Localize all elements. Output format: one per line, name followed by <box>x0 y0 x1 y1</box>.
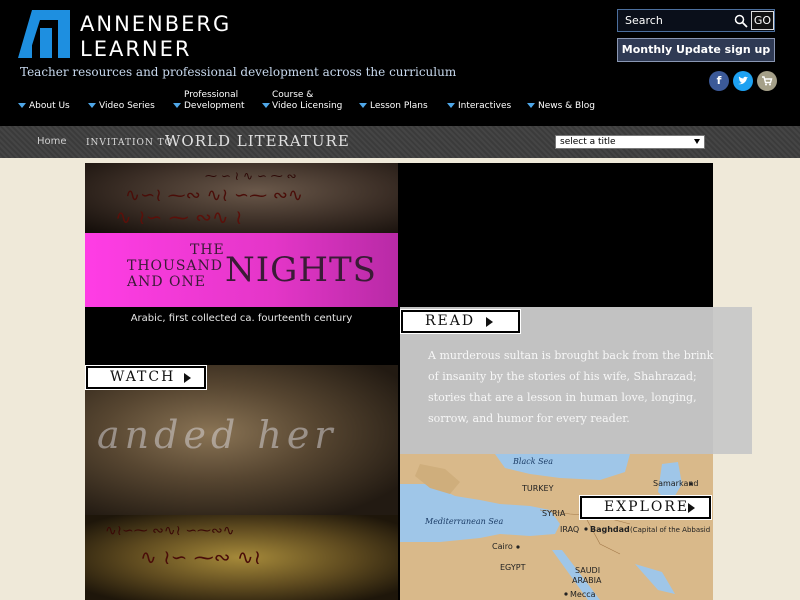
explore-map[interactable]: Black Sea Mediterranean Sea TURKEY SYRIA… <box>400 454 713 600</box>
read-button-label: READ <box>425 313 476 329</box>
search-box: GO <box>617 9 775 32</box>
calligraphy-decoration: ⁓ ∽ ≀ ∿ ∽ ⁓ ∾ <box>205 169 297 183</box>
work-caption: Arabic, first collected ca. fourteenth c… <box>130 313 353 324</box>
work-description: A murderous sultan is brought back from … <box>428 349 714 425</box>
map-label-saudi: SAUDI <box>575 566 601 575</box>
calligraphy-decoration: ∿∽≀ ⁓∾ ∿≀ ∽⁓ ∾∿ <box>125 185 303 206</box>
brand-name-line1[interactable]: ANNENBERG <box>80 12 231 36</box>
chevron-down-icon <box>447 103 455 108</box>
nav-video-series[interactable]: Video Series <box>99 101 155 112</box>
explore-button[interactable]: EXPLORE <box>579 495 712 520</box>
go-button[interactable]: GO <box>751 11 774 30</box>
nav-news-blog[interactable]: News & Blog <box>538 101 595 112</box>
series-title-prefix[interactable]: INVITATION TO <box>86 138 173 148</box>
calligraphy-decoration: ∿ ≀∽ ⁓∾ ∿≀ <box>140 545 262 569</box>
nav-about-us[interactable]: About Us <box>29 101 70 112</box>
chevron-down-icon <box>262 103 270 108</box>
chevron-down-icon <box>527 103 535 108</box>
manuscript-image: ⁓ ∽ ≀ ∿ ∽ ⁓ ∾ ∿∽≀ ⁓∾ ∿≀ ∽⁓ ∾∿ ∿ ≀∽ ⁓ ∾∿ … <box>85 163 398 233</box>
work-title-thousand: THOUSAND <box>127 258 223 274</box>
nav-lesson-plans[interactable]: Lesson Plans <box>370 101 428 112</box>
chevron-down-icon <box>18 103 26 108</box>
explore-button-label: EXPLORE <box>604 499 690 515</box>
work-title-and-one: AND ONE <box>127 274 206 290</box>
map-label-baghdad: Baghdad <box>590 525 630 534</box>
main-nav: About Us Video Series Professional Devel… <box>0 86 610 126</box>
work-title-the: THE <box>190 242 225 258</box>
cart-icon[interactable] <box>757 71 777 91</box>
chevron-down-icon <box>359 103 367 108</box>
map-label-mecca: Mecca <box>570 590 596 599</box>
video-overlay-text: anded her <box>97 413 338 457</box>
manuscript-image-bottom: ∿≀∽⁓ ∾∿≀ ∽⁓∾∿ ∿ ≀∽ ⁓∾ ∿≀ <box>85 515 398 600</box>
read-button[interactable]: READ <box>400 309 521 334</box>
home-link[interactable]: Home <box>37 136 67 147</box>
facebook-icon[interactable]: f <box>709 71 729 91</box>
brand-name-line2[interactable]: LEARNER <box>80 37 192 61</box>
chevron-down-icon <box>694 139 700 144</box>
map-label-iraq: IRAQ <box>560 525 580 534</box>
nav-course-video-licensing[interactable]: Course & Video Licensing <box>272 90 342 112</box>
play-arrow-icon <box>486 317 493 327</box>
watch-button[interactable]: WATCH <box>85 365 207 390</box>
chevron-down-icon <box>88 103 96 108</box>
dark-panel <box>398 163 713 307</box>
site-header: ANNENBERG LEARNER Teacher resources and … <box>0 0 800 126</box>
twitter-icon[interactable] <box>733 71 753 91</box>
watch-button-label: WATCH <box>110 369 176 385</box>
search-icon[interactable] <box>734 14 748 28</box>
search-input[interactable] <box>618 10 733 31</box>
nav-label-line1: Professional <box>184 90 239 100</box>
chevron-down-icon <box>173 103 181 108</box>
select-value: select a title <box>560 137 616 147</box>
map-label-egypt: EGYPT <box>500 563 526 572</box>
play-arrow-icon <box>688 503 695 513</box>
series-title[interactable]: WORLD LITERATURE <box>165 132 350 150</box>
monthly-update-signup-button[interactable]: Monthly Update sign up <box>617 38 775 62</box>
nav-interactives[interactable]: Interactives <box>458 101 511 112</box>
nav-label-line2: Development <box>184 101 245 111</box>
tagline: Teacher resources and professional devel… <box>20 65 457 79</box>
work-title-nights: NIGHTS <box>225 250 377 290</box>
map-label-arabia: ARABIA <box>572 576 602 585</box>
nav-label-line2: Video Licensing <box>272 101 343 111</box>
work-title-banner: THE THOUSAND AND ONE NIGHTS <box>85 233 398 307</box>
map-label-black-sea: Black Sea <box>513 457 554 466</box>
map-label-syria: SYRIA <box>542 509 566 518</box>
play-arrow-icon <box>184 373 191 383</box>
title-select-dropdown[interactable]: select a title <box>555 135 705 149</box>
map-label-cairo: Cairo <box>492 542 513 551</box>
map-label-turkey: TURKEY <box>522 484 554 493</box>
calligraphy-decoration: ∿≀∽⁓ ∾∿≀ ∽⁓∾∿ <box>105 523 235 539</box>
nav-label-line1: Course & <box>272 90 314 100</box>
nav-professional-development[interactable]: Professional Development <box>184 90 245 112</box>
calligraphy-decoration: ∿ ≀∽ ⁓ ∾∿ ≀ <box>115 205 243 229</box>
map-label-baghdad-note: (Capital of the Abbasid <box>630 526 711 534</box>
map-label-samarkand: Samarkand <box>653 479 699 488</box>
map-label-mediterranean: Mediterranean Sea <box>425 517 504 526</box>
annenberg-logo-icon[interactable] <box>18 10 70 58</box>
